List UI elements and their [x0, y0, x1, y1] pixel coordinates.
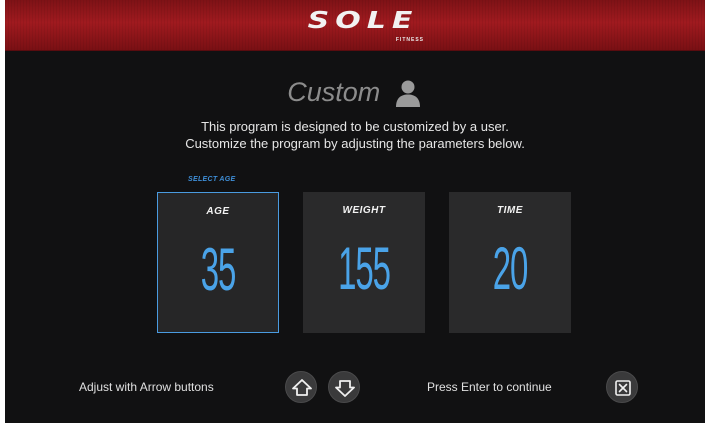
sole-logo: SOLE FITNESS [288, 6, 438, 46]
arrow-up-button[interactable] [285, 371, 317, 403]
logo-subtitle: FITNESS [395, 37, 424, 43]
arrow-down-icon [335, 380, 355, 397]
enter-button[interactable] [606, 371, 638, 403]
header-bar: SOLE FITNESS [5, 0, 705, 51]
enter-instruction: Press Enter to continue [427, 380, 552, 394]
logo-text: SOLE [307, 6, 419, 35]
age-param-box[interactable]: AGE 35 [157, 192, 279, 333]
select-age-label: SELECT AGE [188, 176, 236, 183]
weight-param-box[interactable]: WEIGHT 155 [303, 192, 425, 333]
description-line-2: Customize the program by adjusting the p… [185, 136, 525, 151]
arrow-down-button[interactable] [328, 371, 360, 403]
description-line-1: This program is designed to be customize… [201, 119, 509, 134]
program-description: This program is designed to be customize… [5, 118, 705, 152]
age-value: 35 [200, 236, 237, 303]
close-box-icon [615, 380, 631, 396]
user-icon [393, 78, 423, 108]
program-title-row: Custom [5, 77, 705, 107]
adjust-instruction: Adjust with Arrow buttons [79, 380, 214, 394]
weight-label: WEIGHT [342, 205, 386, 216]
arrow-up-icon [292, 379, 312, 396]
time-param-box[interactable]: TIME 20 [449, 192, 571, 333]
time-value: 20 [492, 235, 529, 302]
time-label: TIME [497, 205, 523, 216]
program-title: Custom [287, 77, 381, 107]
age-label: AGE [206, 206, 230, 217]
console-screen: SOLE FITNESS Custom This program is desi… [5, 0, 705, 423]
weight-value: 155 [338, 235, 391, 302]
